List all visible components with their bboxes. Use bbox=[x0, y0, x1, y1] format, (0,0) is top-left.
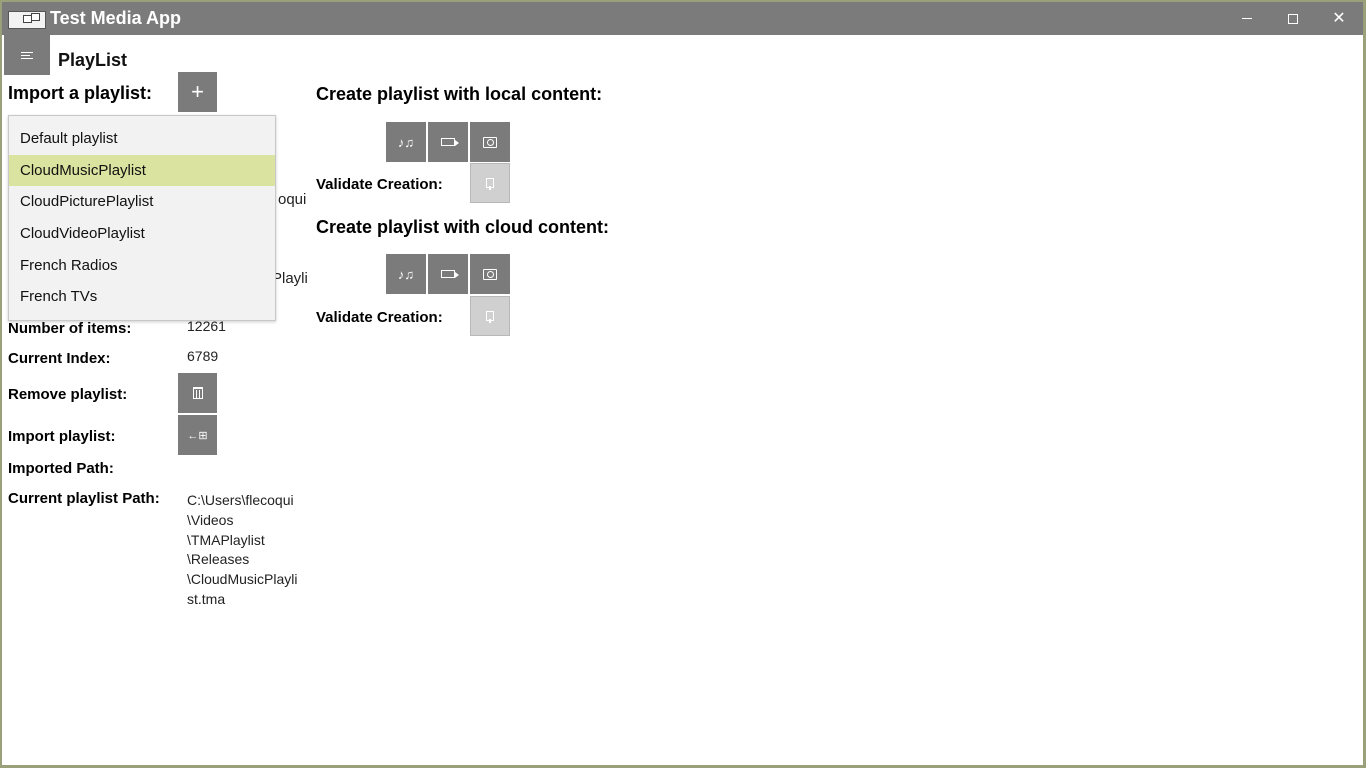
dropdown-item[interactable]: French Radios bbox=[9, 250, 275, 282]
add-local-picture-button[interactable] bbox=[470, 122, 510, 162]
import-icon: ←⊞ bbox=[187, 429, 208, 442]
hamburger-icon bbox=[21, 50, 33, 61]
obscured-text: Playli bbox=[272, 270, 308, 287]
import-playlist-label: Import playlist: bbox=[8, 428, 116, 445]
path-line: \Videos bbox=[187, 511, 234, 528]
local-content-heading: Create playlist with local content: bbox=[316, 84, 603, 104]
dropdown-item[interactable]: French TVs bbox=[9, 281, 275, 313]
close-icon: ✕ bbox=[1332, 9, 1346, 27]
title-bar[interactable]: Test Media App ✕ bbox=[2, 2, 1363, 35]
add-cloud-picture-button[interactable] bbox=[470, 254, 510, 294]
imported-path-label: Imported Path: bbox=[8, 460, 114, 477]
add-cloud-video-button[interactable] bbox=[428, 254, 468, 294]
trash-icon bbox=[192, 387, 203, 399]
camera-icon bbox=[483, 268, 497, 280]
dropdown-item[interactable]: Default playlist bbox=[9, 123, 275, 155]
music-icon: ♪♫ bbox=[397, 134, 415, 150]
number-of-items-label: Number of items: bbox=[8, 320, 132, 337]
current-index-value: 6789 bbox=[187, 348, 219, 364]
remove-playlist-button[interactable] bbox=[178, 373, 217, 413]
add-local-music-button[interactable]: ♪♫ bbox=[386, 122, 426, 162]
app-window: Test Media App ✕ PlayList Import a playl… bbox=[2, 2, 1363, 765]
video-icon bbox=[441, 270, 459, 278]
cloud-content-heading: Create playlist with cloud content: bbox=[316, 217, 610, 237]
save-icon bbox=[486, 311, 494, 323]
app-icon bbox=[8, 11, 46, 29]
number-of-items-value: 12261 bbox=[187, 318, 226, 334]
current-index-label: Current Index: bbox=[8, 350, 111, 367]
hamburger-menu-button[interactable] bbox=[4, 35, 50, 75]
plus-icon: + bbox=[191, 79, 204, 104]
current-playlist-path-label: Current playlist Path: bbox=[8, 490, 160, 507]
screen-icon bbox=[31, 13, 40, 21]
remove-playlist-label: Remove playlist: bbox=[8, 386, 128, 403]
music-icon: ♪♫ bbox=[397, 266, 415, 282]
video-icon bbox=[441, 138, 459, 146]
import-playlist-button[interactable]: ←⊞ bbox=[178, 415, 217, 455]
path-line: C:\Users\flecoqui bbox=[187, 492, 294, 508]
add-cloud-music-button[interactable]: ♪♫ bbox=[386, 254, 426, 294]
obscured-text: oqui bbox=[278, 191, 307, 208]
path-line: st.tma bbox=[187, 590, 226, 607]
maximize-icon bbox=[1288, 13, 1298, 24]
add-playlist-button[interactable]: + bbox=[178, 72, 217, 112]
dropdown-item-selected[interactable]: CloudMusicPlaylist bbox=[9, 154, 275, 187]
path-line: \CloudMusicPlayli bbox=[187, 571, 298, 588]
camera-icon bbox=[483, 136, 497, 148]
validate-creation-label: Validate Creation: bbox=[316, 309, 443, 326]
dropdown-item[interactable]: CloudPicturePlaylist bbox=[9, 186, 275, 218]
validate-creation-label: Validate Creation: bbox=[316, 176, 443, 193]
maximize-button[interactable] bbox=[1270, 2, 1316, 35]
minimize-icon bbox=[1242, 18, 1252, 19]
playlist-dropdown[interactable]: Default playlist CloudMusicPlaylist Clou… bbox=[8, 115, 276, 321]
validate-cloud-button[interactable] bbox=[470, 296, 510, 336]
path-line: \Releases bbox=[187, 551, 250, 568]
close-button[interactable]: ✕ bbox=[1316, 2, 1362, 35]
path-line: \TMAPlaylist bbox=[187, 531, 265, 548]
page-title: PlayList bbox=[58, 50, 128, 70]
import-a-playlist-label: Import a playlist: bbox=[8, 83, 153, 103]
add-local-video-button[interactable] bbox=[428, 122, 468, 162]
current-playlist-path-value: C:\Users\flecoqui \Videos \TMAPlaylist \… bbox=[187, 491, 317, 610]
save-icon bbox=[486, 178, 494, 190]
validate-local-button[interactable] bbox=[470, 163, 510, 203]
dropdown-item[interactable]: CloudVideoPlaylist bbox=[9, 218, 275, 250]
window-title: Test Media App bbox=[50, 8, 182, 28]
minimize-button[interactable] bbox=[1224, 2, 1270, 35]
